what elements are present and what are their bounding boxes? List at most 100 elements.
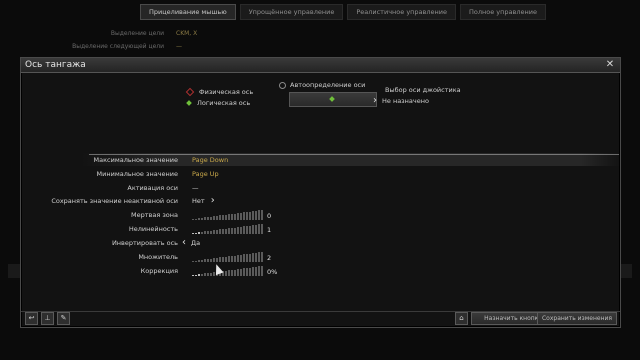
- slider-bar: [261, 266, 263, 276]
- chevron-left-icon[interactable]: ‹: [182, 237, 186, 248]
- save-button[interactable]: Сохранить изменения: [537, 312, 617, 325]
- auto-detect-section: Автоопределение оси: [279, 80, 387, 107]
- joystick-axis-value: Не назначено: [382, 97, 429, 105]
- correction-slider[interactable]: 0%: [192, 265, 277, 276]
- tab-simplified[interactable]: Упрощённое управление: [239, 4, 344, 20]
- slider-bar: [195, 233, 197, 234]
- slider-bar: [219, 257, 221, 262]
- tab-mouse-aim[interactable]: Прицеливание мышью: [140, 4, 236, 20]
- setting-keep-value[interactable]: Сохранять значение неактивной оси Нет ›: [21, 194, 621, 207]
- slider-bar: [234, 228, 236, 234]
- settings-icon[interactable]: ⊥: [41, 312, 54, 325]
- chevron-right-icon[interactable]: ›: [211, 195, 215, 206]
- slider-bar: [204, 259, 206, 262]
- setting-label: Множитель: [138, 252, 178, 261]
- auto-detect-option[interactable]: Автоопределение оси: [279, 80, 387, 90]
- slider-bar: [225, 229, 227, 234]
- slider-bar: [231, 270, 233, 276]
- slider-bar: [252, 253, 254, 262]
- slider-bar: [249, 254, 251, 262]
- slider-bar: [210, 259, 212, 262]
- slider-bar: [243, 254, 245, 262]
- setting-value[interactable]: Page Up: [192, 170, 219, 178]
- slider-bar: [255, 211, 257, 220]
- slider-bar: [234, 270, 236, 276]
- slider-bar: [228, 256, 230, 262]
- slider-bar: [192, 219, 194, 220]
- setting-invert[interactable]: Инвертировать ось ‹ Да: [21, 236, 621, 249]
- slider-value: 2: [267, 254, 272, 262]
- slider-bar: [246, 254, 248, 262]
- setting-multiplier: Множитель 2: [21, 250, 621, 263]
- slider-bar: [195, 275, 197, 276]
- slider-bar: [210, 217, 212, 220]
- physical-axis-label: Физическая ось: [199, 87, 254, 96]
- tab-full[interactable]: Полное управление: [460, 4, 546, 20]
- slider-bar: [201, 218, 203, 220]
- slider-bars: [192, 265, 263, 276]
- nonlinearity-slider[interactable]: 1: [192, 223, 271, 234]
- slider-bar: [249, 268, 251, 276]
- slider-bar: [240, 255, 242, 262]
- background-row-value: —: [176, 43, 182, 50]
- setting-value[interactable]: Page Down: [192, 156, 228, 164]
- background-row: Выделение следующей цели —: [40, 43, 260, 50]
- background-row-value: CKM, X: [176, 30, 198, 37]
- slider-bar: [228, 228, 230, 234]
- dialog-title: Ось тангажа: [25, 60, 86, 70]
- slider-bar: [252, 211, 254, 220]
- setting-label: Мертвая зона: [131, 210, 178, 219]
- slider-bar: [216, 216, 218, 220]
- slider-bar: [198, 274, 200, 276]
- axis-position-marker-icon: [329, 96, 335, 102]
- slider-bar: [201, 274, 203, 276]
- slider-bar: [228, 270, 230, 276]
- setting-label: Нелинейность: [128, 224, 178, 233]
- slider-bar: [249, 226, 251, 234]
- multiplier-slider[interactable]: 2: [192, 251, 271, 262]
- slider-bar: [213, 216, 215, 220]
- mouse-icon[interactable]: ✎: [57, 312, 70, 325]
- slider-bar: [216, 230, 218, 234]
- slider-bar: [207, 273, 209, 276]
- slider-bar: [219, 229, 221, 234]
- background-tabs: Прицеливание мышью Упрощённое управление…: [140, 4, 546, 20]
- tab-realistic[interactable]: Реалистичное управление: [347, 4, 456, 20]
- slider-bar: [195, 261, 197, 262]
- slider-bar: [222, 257, 224, 262]
- slider-bar: [198, 218, 200, 220]
- slider-bar: [261, 224, 263, 234]
- slider-bar: [255, 267, 257, 276]
- slider-bar: [210, 273, 212, 276]
- slider-bar: [237, 269, 239, 276]
- slider-bar: [234, 214, 236, 220]
- setting-min-value[interactable]: Минимальное значение Page Up: [21, 167, 621, 180]
- deadzone-slider[interactable]: 0: [192, 209, 271, 220]
- joystick-axis-selector[interactable]: Выбор оси джойстика › Не назначено: [373, 85, 461, 107]
- setting-value-group: ‹ Да: [182, 237, 200, 248]
- setting-correction: Коррекция 0%: [21, 264, 621, 277]
- setting-activation[interactable]: Активация оси —: [21, 181, 621, 194]
- close-icon[interactable]: ✕: [604, 59, 616, 71]
- gamepad-icon[interactable]: ⌂: [455, 312, 468, 325]
- axis-settings-dialog: Ось тангажа ✕ Физическая ось Логическая …: [20, 57, 621, 328]
- logical-axis-marker-icon: [186, 99, 192, 106]
- slider-bar: [213, 230, 215, 234]
- slider-bar: [240, 213, 242, 220]
- setting-label: Инвертировать ось: [111, 238, 178, 247]
- slider-bar: [204, 273, 206, 276]
- back-icon[interactable]: ↩: [25, 312, 38, 325]
- setting-value[interactable]: —: [192, 184, 199, 192]
- auto-detect-label: Автоопределение оси: [290, 81, 366, 89]
- slider-bar: [258, 224, 260, 234]
- slider-bar: [237, 227, 239, 234]
- joystick-axis-value-row[interactable]: › Не назначено: [373, 95, 461, 107]
- slider-bar: [201, 260, 203, 262]
- setting-max-value[interactable]: Максимальное значение Page Down: [21, 153, 621, 166]
- chevron-right-icon[interactable]: ›: [373, 96, 377, 106]
- auto-detect-radio[interactable]: [279, 81, 286, 89]
- slider-bar: [231, 228, 233, 234]
- joystick-axis-title: Выбор оси джойстика: [385, 86, 461, 94]
- background-row-label: Выделение цели: [110, 30, 164, 37]
- slider-bar: [246, 212, 248, 220]
